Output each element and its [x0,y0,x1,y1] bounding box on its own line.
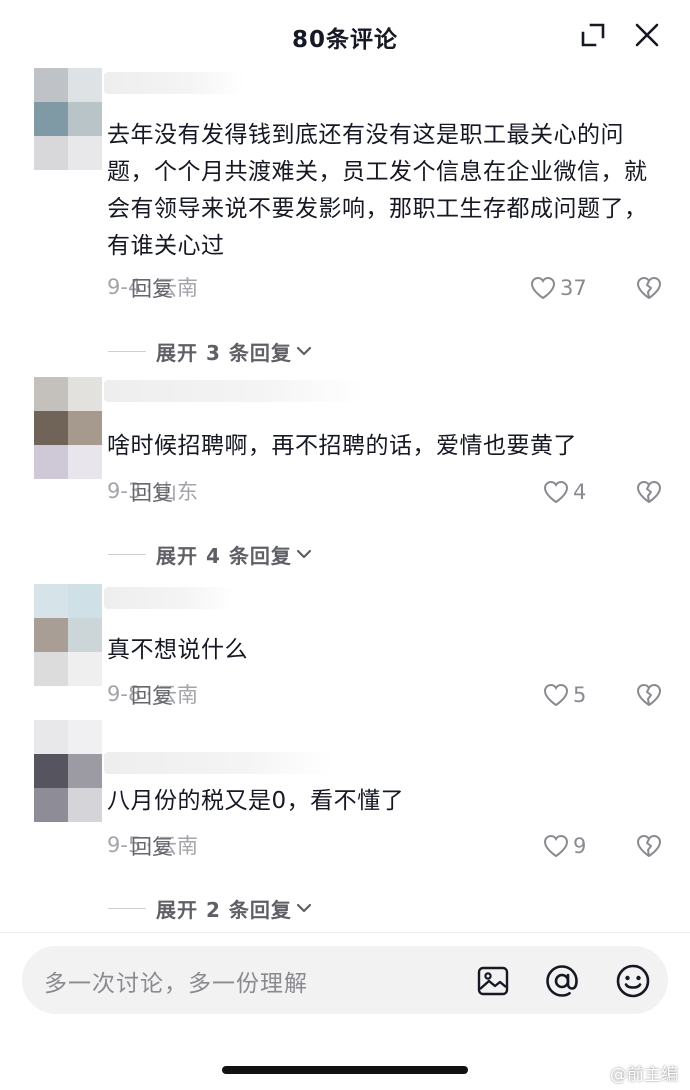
collapse-button[interactable] [576,18,610,52]
dislike-button[interactable] [634,273,664,303]
heart-icon [543,834,569,858]
collapse-corner-icon [581,23,605,47]
comment-text: 去年没有发得钱到底还有没有这是职工最关心的问题，个个月共渡难关，员工发个信息在企… [107,122,648,259]
comment-input-bar[interactable]: 多一次讨论，多一份理解 [22,946,668,1014]
comments-header: 80条评论 [0,0,690,70]
heart-icon [543,480,569,504]
like-button[interactable]: 37 [530,273,587,303]
chevron-down-icon [295,345,313,357]
chevron-down-icon [295,548,313,560]
expand-replies-button[interactable]: 展开 3 条回复 [108,336,313,366]
comment-text: 真不想说什么 [107,637,248,663]
broken-heart-icon [637,835,661,857]
avatar[interactable] [34,68,102,170]
username-blurred[interactable] [104,587,234,609]
broken-heart-icon [637,277,661,299]
expand-replies-label: 展开 3 条回复 [156,340,292,365]
broken-heart-icon [637,684,661,706]
dislike-button[interactable] [634,680,664,710]
dislike-button[interactable] [634,477,664,507]
watermark: @前主编 [610,1065,678,1085]
like-count: 9 [573,834,587,858]
like-count: 4 [573,480,587,504]
image-button[interactable] [474,962,512,1000]
broken-heart-icon [637,481,661,503]
reply-button[interactable]: 回复 [131,680,173,710]
expand-divider-line [108,350,146,352]
mention-button[interactable] [543,962,581,1000]
heart-icon [530,276,556,300]
like-button[interactable]: 4 [543,477,586,507]
image-icon [477,966,509,996]
heart-icon [543,683,569,707]
reply-button[interactable]: 回复 [131,477,173,507]
avatar[interactable] [34,377,102,479]
reply-button[interactable]: 回复 [131,831,173,861]
expand-replies-button[interactable]: 展开 4 条回复 [108,539,313,569]
dislike-button[interactable] [634,831,664,861]
expand-replies-button[interactable]: 展开 2 条回复 [108,893,313,923]
emoji-button[interactable] [614,962,652,1000]
comment-text: 啥时候招聘啊，再不招聘的话，爱情也要黄了 [107,433,577,459]
close-icon [635,23,659,47]
expand-replies-label: 展开 2 条回复 [156,897,292,922]
reply-button[interactable]: 回复 [131,273,173,303]
like-count: 5 [573,683,587,707]
expand-replies-label: 展开 4 条回复 [156,543,292,568]
input-divider [0,932,690,933]
emoji-icon [616,964,650,998]
chevron-down-icon [295,902,313,914]
close-button[interactable] [630,18,664,52]
like-count: 37 [560,276,587,300]
like-button[interactable]: 5 [543,680,586,710]
username-blurred[interactable] [104,72,244,94]
username-blurred[interactable] [104,752,334,774]
like-button[interactable]: 9 [543,831,586,861]
avatar[interactable] [34,584,102,686]
comment-text: 八月份的税又是0，看不懂了 [107,788,405,814]
username-blurred[interactable] [104,380,364,402]
expand-divider-line [108,907,146,909]
at-icon [546,965,578,997]
comment-input[interactable]: 多一次讨论，多一份理解 [44,964,308,998]
avatar[interactable] [34,720,102,822]
home-indicator [222,1066,468,1074]
expand-divider-line [108,553,146,555]
